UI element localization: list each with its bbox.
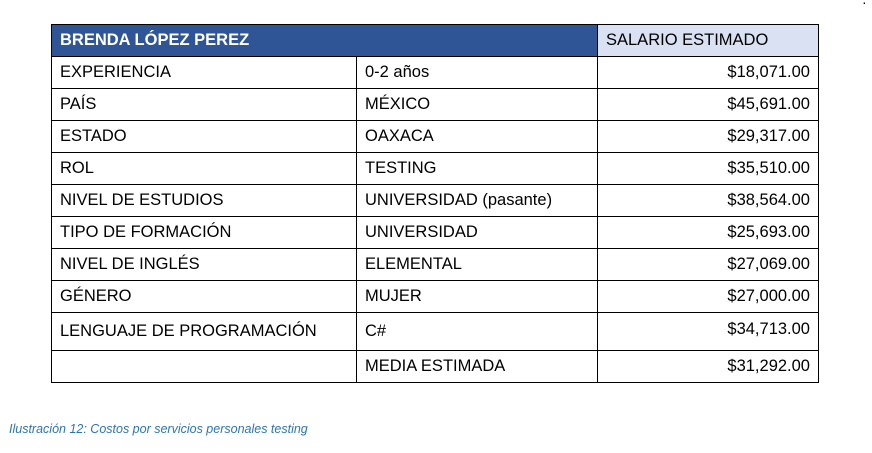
row-value: ELEMENTAL xyxy=(356,248,598,281)
row-label: LENGUAJE DE PROGRAMACIÓN xyxy=(51,312,357,351)
summary-value: MEDIA ESTIMADA xyxy=(356,350,598,383)
row-label: TIPO DE FORMACIÓN xyxy=(51,216,357,249)
row-label: ESTADO xyxy=(51,120,357,153)
row-label: PAÍS xyxy=(51,88,357,121)
table-row: GÉNERO MUJER $27,000.00 xyxy=(51,280,819,313)
table-row: TIPO DE FORMACIÓN UNIVERSIDAD $25,693.00 xyxy=(51,216,819,249)
row-label: GÉNERO xyxy=(51,280,357,313)
row-salary: $27,069.00 xyxy=(597,248,819,281)
summary-salary: $31,292.00 xyxy=(597,350,819,383)
table-row: EXPERIENCIA 0-2 años $18,071.00 xyxy=(51,56,819,89)
table-header-row: BRENDA LÓPEZ PEREZ SALARIO ESTIMADO xyxy=(51,24,819,57)
row-salary: $29,317.00 xyxy=(597,120,819,153)
employee-name-header: BRENDA LÓPEZ PEREZ xyxy=(51,24,598,57)
row-label: EXPERIENCIA xyxy=(51,56,357,89)
corner-mark: · xyxy=(862,0,867,10)
table-row: NIVEL DE ESTUDIOS UNIVERSIDAD (pasante) … xyxy=(51,184,819,217)
row-value: 0-2 años xyxy=(356,56,598,89)
row-label: NIVEL DE INGLÉS xyxy=(51,248,357,281)
row-label: NIVEL DE ESTUDIOS xyxy=(51,184,357,217)
row-salary: $34,713.00 xyxy=(597,312,819,351)
salary-column-header: SALARIO ESTIMADO xyxy=(597,24,819,57)
figure-caption: Ilustración 12: Costos por servicios per… xyxy=(9,422,308,436)
row-salary: $38,564.00 xyxy=(597,184,819,217)
row-salary: $18,071.00 xyxy=(597,56,819,89)
table-row: PAÍS MÉXICO $45,691.00 xyxy=(51,88,819,121)
row-value: TESTING xyxy=(356,152,598,185)
row-value: UNIVERSIDAD xyxy=(356,216,598,249)
row-value: MÉXICO xyxy=(356,88,598,121)
row-salary: $35,510.00 xyxy=(597,152,819,185)
table-row: ESTADO OAXACA $29,317.00 xyxy=(51,120,819,153)
table-row: NIVEL DE INGLÉS ELEMENTAL $27,069.00 xyxy=(51,248,819,281)
row-salary: $25,693.00 xyxy=(597,216,819,249)
row-salary: $27,000.00 xyxy=(597,280,819,313)
summary-row: MEDIA ESTIMADA $31,292.00 xyxy=(51,350,819,383)
row-value: UNIVERSIDAD (pasante) xyxy=(356,184,598,217)
row-salary: $45,691.00 xyxy=(597,88,819,121)
row-value: MUJER xyxy=(356,280,598,313)
row-value: C# xyxy=(356,312,598,351)
table-row: LENGUAJE DE PROGRAMACIÓN C# $34,713.00 xyxy=(51,312,819,351)
row-label: ROL xyxy=(51,152,357,185)
summary-label xyxy=(51,350,357,383)
row-value: OAXACA xyxy=(356,120,598,153)
salary-table: BRENDA LÓPEZ PEREZ SALARIO ESTIMADO EXPE… xyxy=(51,24,819,383)
table-row: ROL TESTING $35,510.00 xyxy=(51,152,819,185)
